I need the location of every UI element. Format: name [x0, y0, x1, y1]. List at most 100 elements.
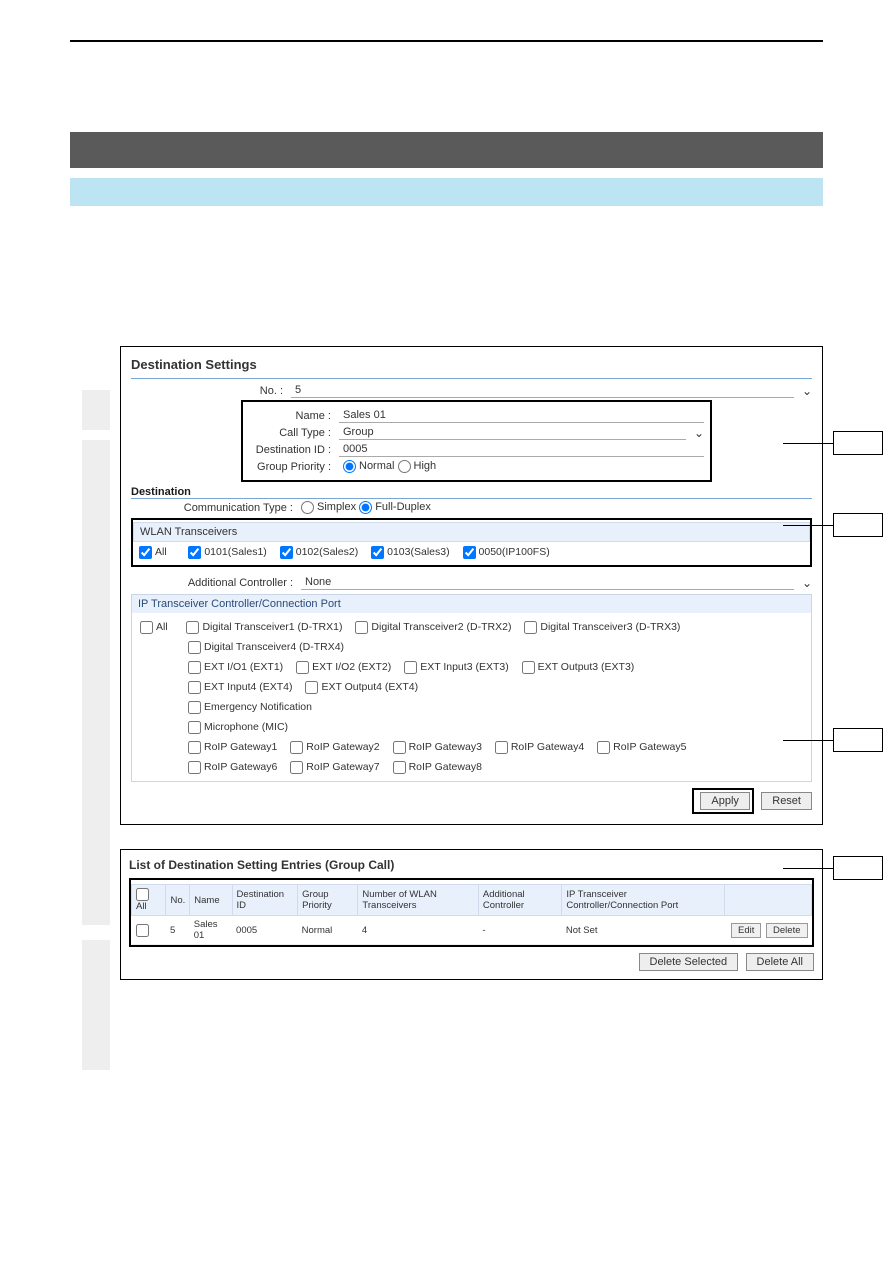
apply-button[interactable]: Apply — [700, 792, 750, 810]
callout-box — [833, 728, 883, 752]
ip-item-checkbox[interactable]: Digital Transceiver2 (D-TRX2) — [355, 617, 511, 637]
destid-input[interactable]: 0005 — [339, 442, 704, 457]
callout-box — [833, 513, 883, 537]
apply-button-highlight: Apply — [692, 788, 754, 814]
panel-title: Destination Settings — [131, 357, 812, 372]
ip-item-checkbox[interactable]: Digital Transceiver4 (D-TRX4) — [188, 637, 344, 657]
destination-settings-panel: Destination Settings No. : 5 ⌄ Name : Sa… — [120, 346, 823, 825]
destination-section-label: Destination — [131, 486, 812, 499]
callout-line — [783, 740, 833, 741]
reset-button[interactable]: Reset — [761, 792, 812, 810]
calltype-select[interactable]: Group — [339, 425, 686, 440]
wlan-checkbox-row: All 0101(Sales1) 0102(Sales2) 0103(Sales… — [133, 542, 810, 563]
no-label: No. : — [131, 385, 291, 397]
ip-item-checkbox[interactable]: RoIP Gateway7 — [290, 757, 379, 777]
fullduplex-radio[interactable]: Full-Duplex — [359, 501, 431, 513]
table-row: 5 Sales 01 0005 Normal 4 - Not Set Edit … — [132, 916, 812, 945]
ip-item-checkbox[interactable]: RoIP Gateway1 — [188, 737, 277, 757]
entries-list-panel: List of Destination Setting Entries (Gro… — [120, 849, 823, 980]
ip-item-checkbox[interactable]: RoIP Gateway3 — [393, 737, 482, 757]
ip-item-checkbox[interactable]: Emergency Notification — [188, 697, 312, 717]
ip-controller-box: IP Transceiver Controller/Connection Por… — [131, 594, 812, 782]
ip-item-checkbox[interactable]: EXT I/O2 (EXT2) — [296, 657, 391, 677]
entries-table: All No. Name Destination ID Group Priori… — [131, 884, 812, 945]
highlight-group-2: WLAN Transceivers All 0101(Sales1) 0102(… — [131, 518, 812, 567]
cell-name: Sales 01 — [190, 916, 232, 945]
ip-item-checkbox[interactable]: RoIP Gateway2 — [290, 737, 379, 757]
delete-all-button[interactable]: Delete All — [746, 953, 814, 971]
cell-addl: - — [478, 916, 561, 945]
divider — [131, 378, 812, 379]
ip-item-checkbox[interactable]: RoIP Gateway8 — [393, 757, 482, 777]
commtype-label: Communication Type : — [131, 502, 301, 514]
wlan-section-title: WLAN Transceivers — [133, 522, 810, 542]
gprio-normal-radio[interactable]: Normal — [343, 460, 394, 472]
addl-ctrl-label: Additional Controller : — [131, 577, 301, 589]
col-gprio: Group Priority — [298, 885, 358, 916]
cell-ipport: Not Set — [562, 916, 725, 945]
step-marker — [82, 390, 110, 430]
ip-item-checkbox[interactable]: EXT Output4 (EXT4) — [305, 677, 418, 697]
simplex-radio[interactable]: Simplex — [301, 501, 356, 513]
wlan-item-checkbox[interactable]: 0050(IP100FS) — [463, 546, 550, 558]
step-marker — [82, 940, 110, 1070]
ip-section-title: IP Transceiver Controller/Connection Por… — [132, 595, 811, 613]
wlan-item-checkbox[interactable]: 0103(Sales3) — [371, 546, 449, 558]
table-header-row: All No. Name Destination ID Group Priori… — [132, 885, 812, 916]
chevron-down-icon[interactable]: ⌄ — [686, 426, 704, 440]
no-value[interactable]: 5 — [291, 383, 794, 398]
name-label: Name : — [249, 410, 339, 422]
section-bar — [70, 132, 823, 168]
gprio-radios: Normal High — [339, 459, 704, 474]
row-checkbox[interactable] — [136, 924, 149, 937]
name-input[interactable]: Sales 01 — [339, 408, 704, 423]
ip-item-checkbox[interactable]: Microphone (MIC) — [188, 717, 288, 737]
callout-line — [783, 525, 833, 526]
select-all-checkbox[interactable] — [136, 888, 149, 901]
addl-ctrl-select[interactable]: None — [301, 575, 794, 590]
col-ipport: IP Transceiver Controller/Connection Por… — [562, 885, 725, 916]
ip-item-checkbox[interactable]: EXT Input3 (EXT3) — [404, 657, 509, 677]
ip-item-checkbox[interactable]: RoIP Gateway6 — [188, 757, 277, 777]
ip-item-checkbox[interactable]: EXT I/O1 (EXT1) — [188, 657, 283, 677]
panel2-title: List of Destination Setting Entries (Gro… — [129, 858, 814, 872]
commtype-radios: Simplex Full-Duplex — [301, 501, 431, 514]
col-name: Name — [190, 885, 232, 916]
col-all: All — [132, 885, 166, 916]
col-destid: Destination ID — [232, 885, 298, 916]
table-highlight: All No. Name Destination ID Group Priori… — [129, 878, 814, 947]
delete-button[interactable]: Delete — [766, 923, 807, 938]
callout-box — [833, 431, 883, 455]
subsection-bar — [70, 178, 823, 206]
calltype-label: Call Type : — [249, 427, 339, 439]
ip-item-checkbox[interactable]: Digital Transceiver3 (D-TRX3) — [524, 617, 680, 637]
edit-button[interactable]: Edit — [731, 923, 761, 938]
cell-nwlan: 4 — [358, 916, 478, 945]
ip-all-checkbox[interactable]: All — [140, 617, 168, 637]
gprio-label: Group Priority : — [249, 461, 339, 473]
ip-item-checkbox[interactable]: EXT Output3 (EXT3) — [522, 657, 635, 677]
chevron-down-icon[interactable]: ⌄ — [794, 384, 812, 398]
col-nwlan: Number of WLAN Transceivers — [358, 885, 478, 916]
col-no: No. — [166, 885, 190, 916]
gprio-high-radio[interactable]: High — [398, 460, 437, 472]
step-marker — [82, 440, 110, 925]
destid-label: Destination ID : — [249, 444, 339, 456]
col-addl: Additional Controller — [478, 885, 561, 916]
cell-destid: 0005 — [232, 916, 298, 945]
wlan-item-checkbox[interactable]: 0102(Sales2) — [280, 546, 358, 558]
cell-gprio: Normal — [298, 916, 358, 945]
callout-line — [783, 443, 833, 444]
delete-selected-button[interactable]: Delete Selected — [639, 953, 739, 971]
ip-item-checkbox[interactable]: EXT Input4 (EXT4) — [188, 677, 293, 697]
wlan-all-checkbox[interactable]: All — [139, 546, 167, 558]
callout-box — [833, 856, 883, 880]
cell-no: 5 — [166, 916, 190, 945]
highlight-group-1: Name : Sales 01 Call Type : Group ⌄ Dest… — [241, 400, 712, 482]
ip-item-checkbox[interactable]: RoIP Gateway4 — [495, 737, 584, 757]
chevron-down-icon[interactable]: ⌄ — [794, 576, 812, 590]
wlan-item-checkbox[interactable]: 0101(Sales1) — [188, 546, 266, 558]
ip-item-checkbox[interactable]: RoIP Gateway5 — [597, 737, 686, 757]
callout-line — [783, 868, 833, 869]
ip-item-checkbox[interactable]: Digital Transceiver1 (D-TRX1) — [186, 617, 342, 637]
